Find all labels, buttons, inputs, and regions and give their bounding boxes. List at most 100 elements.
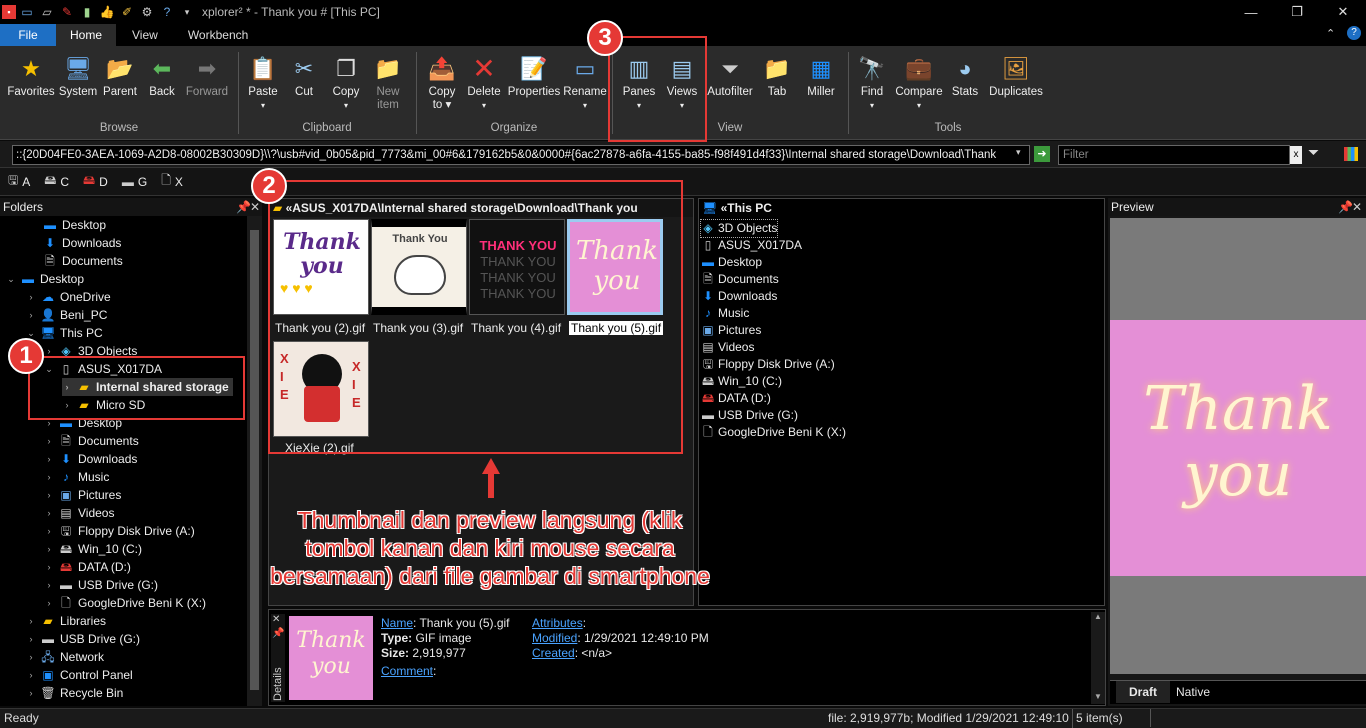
tree-item-floppy[interactable]: › 🖫 Floppy Disk Drive (A:)	[44, 522, 195, 540]
minimize-button[interactable]: —	[1228, 0, 1274, 24]
chevron-right-icon[interactable]: ›	[26, 630, 36, 648]
chevron-right-icon[interactable]: ›	[44, 504, 54, 522]
tree-item-win10[interactable]: › 🖴 Win_10 (C:)	[44, 540, 143, 558]
chevron-right-icon[interactable]: ›	[44, 522, 54, 540]
system-button[interactable]: 🖥 System	[58, 52, 98, 99]
tree-item-videos[interactable]: › ▤ Videos	[44, 504, 115, 522]
address-dropdown-icon[interactable]: ▾	[1016, 147, 1021, 158]
pin-icon[interactable]: 📌	[236, 198, 251, 216]
parent-button[interactable]: 📂 Parent	[100, 52, 140, 99]
chevron-right-icon[interactable]: ›	[26, 612, 36, 630]
drive-x[interactable]: 🗋 X	[161, 171, 183, 192]
tree-item-desktop-root[interactable]: ⌄ ▬ Desktop	[6, 270, 84, 288]
list-item-videos[interactable]: ▤ Videos	[701, 339, 754, 356]
favorites-button[interactable]: ★ Favorites	[6, 52, 56, 99]
tab-view[interactable]: View	[116, 24, 174, 46]
thumbs-up-icon[interactable]: 👍	[98, 3, 116, 21]
list-item-downloads[interactable]: ⬇ Downloads	[701, 288, 777, 305]
tree-item-network[interactable]: › 🖧 Network	[26, 648, 105, 666]
restore-button[interactable]: ❐	[1274, 0, 1320, 24]
list-item-asus[interactable]: ▯ ASUS_X017DA	[701, 237, 802, 254]
settings-icon[interactable]: ⚙	[138, 3, 156, 21]
list-item-data[interactable]: 🖴 DATA (D:)	[701, 390, 771, 407]
list-item-documents[interactable]: 🗎 Documents	[701, 271, 779, 288]
modified-link[interactable]: Modified	[532, 631, 577, 645]
pin-icon[interactable]: ✎	[58, 3, 76, 21]
chevron-right-icon[interactable]: ›	[26, 306, 36, 324]
created-link[interactable]: Created	[532, 646, 575, 660]
copy-button[interactable]: ❐ Copy ▾	[326, 52, 366, 112]
clear-filter-icon[interactable]: x	[1290, 146, 1302, 164]
tree-item-beni-pc[interactable]: › 👤 Beni_PC	[26, 306, 108, 324]
tab-file[interactable]: File	[0, 24, 56, 46]
chevron-right-icon[interactable]: ›	[26, 684, 36, 702]
collapse-ribbon-icon[interactable]: ⌃	[1326, 27, 1335, 40]
quick-access-dropdown-icon[interactable]: ▾	[178, 3, 196, 21]
help-icon[interactable]: ?	[1347, 26, 1361, 40]
list-item-3d-objects[interactable]: ◈ 3D Objects	[699, 219, 779, 238]
attributes-link[interactable]: Attributes	[532, 616, 583, 630]
tree-item-usb-root[interactable]: › ▬ USB Drive (G:)	[26, 630, 141, 648]
chevron-right-icon[interactable]: ›	[44, 432, 54, 450]
chevron-right-icon[interactable]: ›	[44, 576, 54, 594]
tree-item-pictures[interactable]: › ▣ Pictures	[44, 486, 122, 504]
tab-workbench[interactable]: Workbench	[174, 24, 262, 46]
back-button[interactable]: ⬅ Back	[144, 52, 180, 99]
help-icon[interactable]: ?	[158, 3, 176, 21]
paste-button[interactable]: 📋 Paste ▾	[244, 52, 282, 112]
go-icon[interactable]: ➜	[1034, 146, 1050, 162]
address-input[interactable]: ::{20D04FE0-3AEA-1069-A2D8-08002B30309D}…	[12, 145, 1030, 165]
list-item-usb[interactable]: ▬ USB Drive (G:)	[701, 407, 798, 424]
stats-button[interactable]: ◕ Stats	[948, 52, 982, 99]
forward-button[interactable]: ➡ Forward	[183, 52, 231, 99]
miller-button[interactable]: ▦ Miller	[800, 52, 842, 99]
pin-icon[interactable]: 📌	[272, 628, 284, 639]
tree-item-data[interactable]: › 🖴 DATA (D:)	[44, 558, 131, 576]
drive-g[interactable]: ▬ G	[122, 175, 147, 189]
tree-item-control-panel[interactable]: › ▣ Control Panel	[26, 666, 133, 684]
pin-icon[interactable]: 📌	[1338, 198, 1353, 216]
drive-a[interactable]: 🖫 A	[8, 171, 30, 192]
chevron-right-icon[interactable]: ›	[44, 450, 54, 468]
list-item-music[interactable]: ♪ Music	[701, 305, 749, 322]
close-icon[interactable]: ✕	[1352, 198, 1362, 216]
chevron-right-icon[interactable]: ›	[26, 666, 36, 684]
find-button[interactable]: 🔭 Find ▾	[854, 52, 890, 112]
close-icon[interactable]: ✕	[272, 614, 280, 625]
filter-input[interactable]: Filter	[1058, 145, 1290, 165]
drive-c[interactable]: 🖴 C	[44, 171, 69, 192]
tab-button[interactable]: 📁 Tab	[758, 52, 796, 99]
tree-item-documents[interactable]: 🗎 Documents	[42, 252, 123, 270]
list-item-floppy[interactable]: 🖫 Floppy Disk Drive (A:)	[701, 356, 835, 373]
details-scrollbar[interactable]: ▲ ▼	[1091, 612, 1105, 704]
tree-item-this-pc[interactable]: ⌄ 🖥 This PC	[26, 324, 102, 342]
tree-item-onedrive[interactable]: › ☁ OneDrive	[26, 288, 111, 306]
list-item-pictures[interactable]: ▣ Pictures	[701, 322, 761, 339]
tree-item-documents-2[interactable]: › 🗎 Documents	[44, 432, 139, 450]
comment-link[interactable]: Comment	[381, 664, 433, 678]
tree-item-recycle-bin[interactable]: › 🗑 Recycle Bin	[26, 684, 124, 702]
tab-home[interactable]: Home	[56, 24, 117, 46]
tab-draft[interactable]: Draft	[1116, 681, 1170, 703]
filter-icon[interactable]: ⏷	[1308, 144, 1319, 161]
copy-to-button[interactable]: 📤 Copy to ▾	[422, 52, 462, 112]
tree-item-desktop[interactable]: ▬ Desktop	[42, 216, 106, 234]
chevron-right-icon[interactable]: ›	[26, 288, 36, 306]
delete-button[interactable]: ✕ Delete ▾	[464, 52, 504, 112]
document-icon[interactable]: ▮	[78, 3, 96, 21]
edit-folder-icon[interactable]: ✐	[118, 3, 136, 21]
tree-item-libraries[interactable]: › ▰ Libraries	[26, 612, 107, 630]
chevron-right-icon[interactable]: ›	[44, 558, 54, 576]
chevron-right-icon[interactable]: ›	[44, 594, 54, 612]
chevron-right-icon[interactable]: ›	[26, 648, 36, 666]
chevron-right-icon[interactable]: ›	[44, 540, 54, 558]
folder-tree-scrollbar[interactable]	[247, 216, 262, 706]
chevron-down-icon[interactable]: ⌄	[6, 270, 16, 288]
tab-native[interactable]: Native	[1176, 681, 1210, 703]
open-folder-icon[interactable]: ▱	[38, 3, 56, 21]
cut-button[interactable]: ✂ Cut	[286, 52, 322, 99]
list-item-googledrive[interactable]: 🗋 GoogleDrive Beni K (X:)	[701, 424, 846, 441]
autofilter-button[interactable]: ⏷ Autofilter	[704, 52, 756, 99]
list-item-desktop[interactable]: ▬ Desktop	[701, 254, 762, 271]
new-folder-icon[interactable]: ▭	[18, 3, 36, 21]
